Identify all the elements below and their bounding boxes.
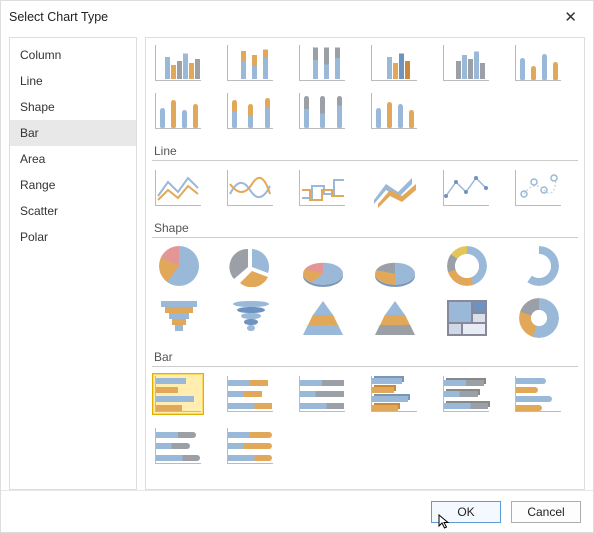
thumb-line-markers[interactable] — [440, 167, 492, 209]
thumb-bar-cylinder-clustered[interactable] — [512, 373, 564, 415]
ok-button[interactable]: OK — [431, 501, 501, 523]
sidebar-item-column[interactable]: Column — [10, 42, 136, 68]
thumb-column-3d-multi[interactable] — [440, 42, 492, 84]
thumb-treemap[interactable] — [440, 296, 492, 338]
sidebar-item-area[interactable]: Area — [10, 146, 136, 172]
section-label-bar: Bar — [152, 344, 578, 367]
window-title: Select Chart Type — [9, 10, 108, 24]
thumb-bar-100stacked-2d[interactable] — [296, 373, 348, 415]
thumb-line-step[interactable] — [296, 167, 348, 209]
thumb-cylinder-clustered[interactable] — [512, 42, 564, 84]
thumb-cylinder-stacked[interactable] — [224, 90, 276, 132]
thumb-pyramid-2d[interactable] — [296, 296, 348, 338]
sidebar-item-bar[interactable]: Bar — [10, 120, 136, 146]
thumb-donut[interactable] — [440, 244, 492, 286]
thumb-pie-3d-exploded[interactable] — [368, 244, 420, 286]
thumb-half-donut[interactable] — [512, 244, 564, 286]
thumb-pyramid-3d[interactable] — [368, 296, 420, 338]
thumb-bar-cylinder-100stacked[interactable] — [224, 425, 276, 467]
thumb-column-3d-stacked[interactable] — [224, 42, 276, 84]
thumb-cylinder-grouped[interactable] — [152, 90, 204, 132]
thumb-bar-clustered-3d[interactable] — [368, 373, 420, 415]
close-icon[interactable]: ✕ — [556, 4, 585, 30]
thumb-pie-exploded[interactable] — [224, 244, 276, 286]
thumb-bar-clustered-2d[interactable] — [152, 373, 204, 415]
sidebar-item-polar[interactable]: Polar — [10, 224, 136, 250]
sidebar-item-range[interactable]: Range — [10, 172, 136, 198]
thumb-scatter-markers[interactable] — [512, 167, 564, 209]
thumb-line-basic[interactable] — [152, 167, 204, 209]
thumb-bar-stacked-2d[interactable] — [224, 373, 276, 415]
thumb-funnel[interactable] — [152, 296, 204, 338]
thumb-pie-2d[interactable] — [152, 244, 204, 286]
thumb-funnel-3d[interactable] — [224, 296, 276, 338]
thumb-cylinder-100stacked[interactable] — [296, 90, 348, 132]
sidebar-item-scatter[interactable]: Scatter — [10, 198, 136, 224]
thumb-column-3d-100stacked[interactable] — [296, 42, 348, 84]
chart-gallery[interactable]: Line — [146, 38, 584, 489]
thumb-column-3d-clustered[interactable] — [152, 42, 204, 84]
thumb-line-smooth[interactable] — [224, 167, 276, 209]
dialog-select-chart-type: Select Chart Type ✕ Column Line Shape Ba… — [0, 0, 594, 533]
cancel-button[interactable]: Cancel — [511, 501, 581, 523]
thumb-bar-stacked-3d[interactable] — [440, 373, 492, 415]
thumb-sunburst[interactable] — [512, 296, 564, 338]
titlebar: Select Chart Type ✕ — [1, 1, 593, 33]
thumb-line-3d[interactable] — [368, 167, 420, 209]
sidebar-item-shape[interactable]: Shape — [10, 94, 136, 120]
thumb-bar-cylinder-stacked[interactable] — [152, 425, 204, 467]
category-sidebar: Column Line Shape Bar Area Range Scatter… — [9, 37, 137, 490]
dialog-footer: OK Cancel — [1, 490, 593, 532]
sidebar-item-line[interactable]: Line — [10, 68, 136, 94]
thumb-pie-3d[interactable] — [296, 244, 348, 286]
section-label-line: Line — [152, 138, 578, 161]
thumb-cylinder-3d[interactable] — [368, 90, 420, 132]
section-label-shape: Shape — [152, 215, 578, 238]
thumb-column-3d-perspective[interactable] — [368, 42, 420, 84]
